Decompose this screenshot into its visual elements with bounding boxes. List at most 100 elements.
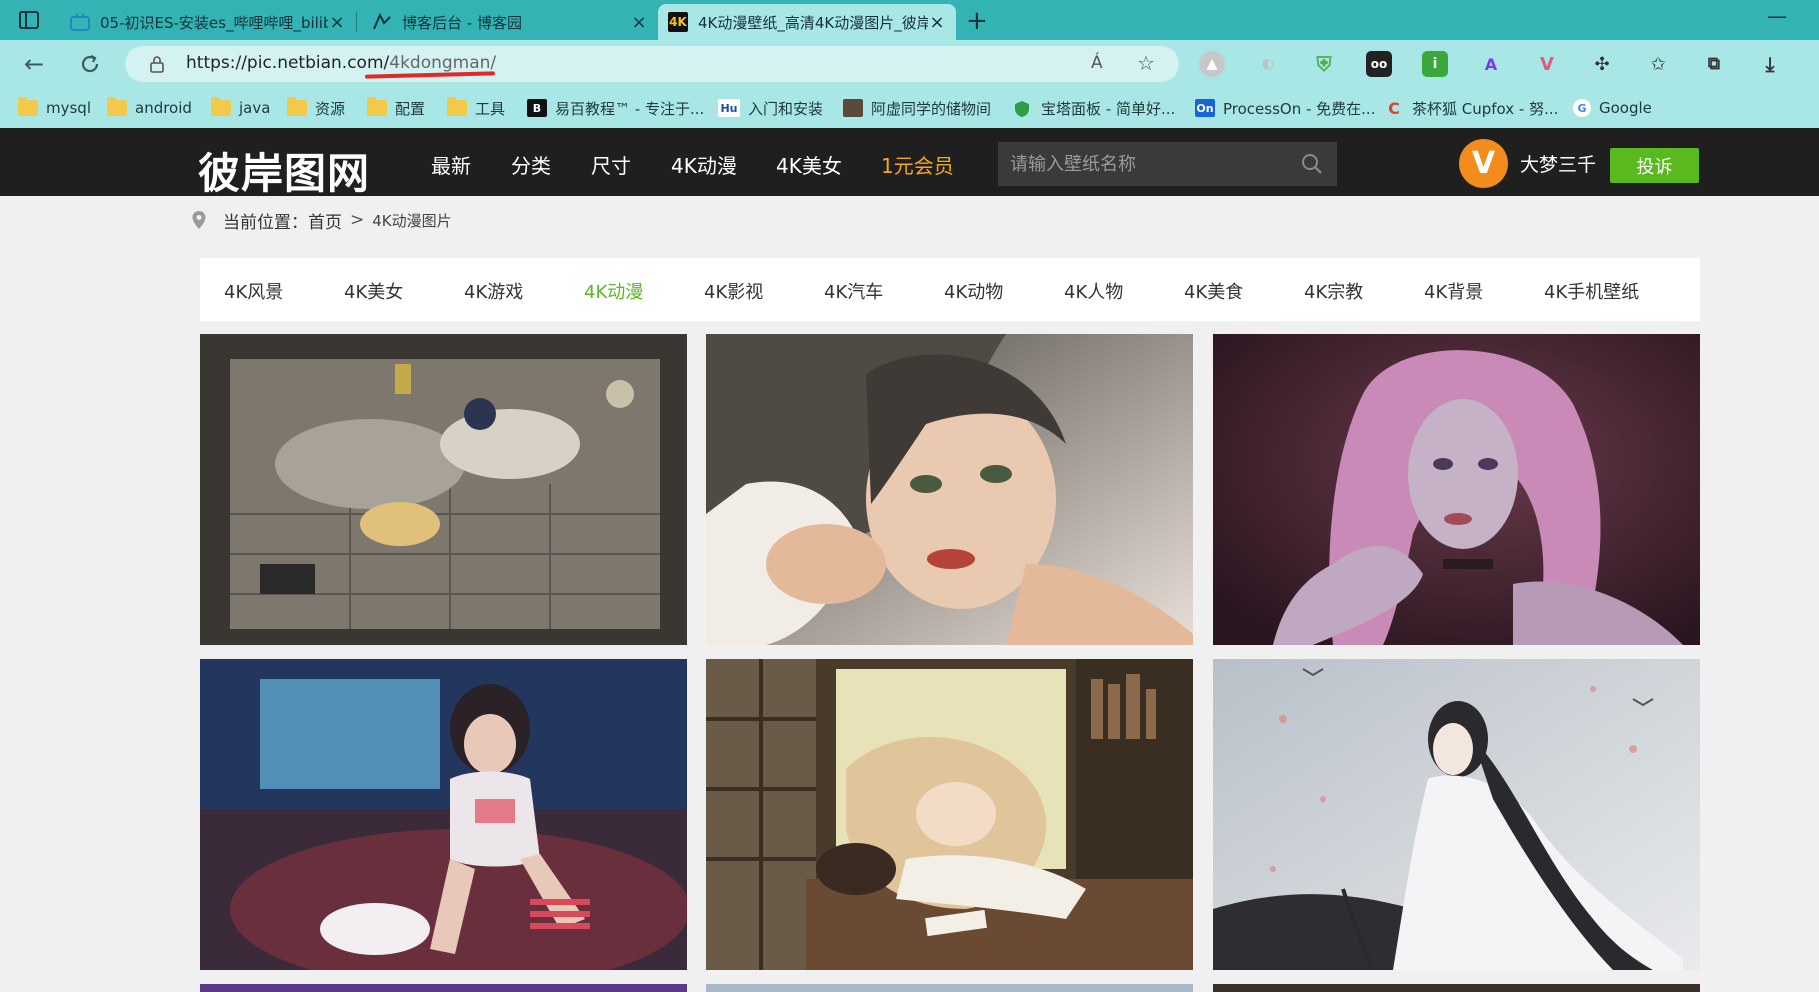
blue-room-girl-thumbnail[interactable]	[200, 659, 687, 970]
blue-room-girl-image	[200, 659, 687, 970]
tab-actions-icon[interactable]	[18, 10, 40, 30]
window-sleeping-girl-thumbnail[interactable]	[706, 659, 1193, 970]
category-4k-film[interactable]: 4K影视	[704, 278, 763, 304]
nav-vip-membership[interactable]: 1元会员	[881, 150, 954, 179]
category-4k-people[interactable]: 4K人物	[1064, 278, 1123, 304]
category-4k-games[interactable]: 4K游戏	[464, 278, 523, 304]
address-bar[interactable]: https://pic.netbian.com/4kdongman/ Á ☆	[125, 46, 1179, 82]
url-text[interactable]: https://pic.netbian.com/4kdongman/	[186, 53, 496, 73]
puzzle-extensions-icon[interactable]: ✣	[1589, 51, 1615, 77]
bookmark-folder-java[interactable]: java	[211, 96, 270, 120]
bookmark-label: 阿虚同学的储物间	[871, 99, 992, 118]
bookmark-cupfox[interactable]: C 茶杯狐 Cupfox - 努...	[1384, 96, 1558, 120]
category-4k-phone-wallpapers[interactable]: 4K手机壁纸	[1544, 278, 1639, 304]
read-aloud-icon[interactable]: Á	[1091, 53, 1103, 73]
nav-latest[interactable]: 最新	[431, 150, 471, 179]
bookmark-folder-mysql[interactable]: mysql	[18, 96, 91, 120]
complain-button[interactable]: 投诉	[1610, 148, 1699, 183]
breadcrumb-current: 4K动漫图片	[372, 211, 452, 230]
fur-girl-image	[706, 334, 1193, 645]
vue-devtools-extension[interactable]: V	[1534, 51, 1560, 77]
window-sleeping-girl-image	[706, 659, 1193, 970]
bedroom-girls-image	[200, 334, 687, 645]
nav-category[interactable]: 分类	[511, 150, 551, 179]
bookmark-folder-config[interactable]: 配置	[367, 96, 425, 120]
pink-hair-girl-thumbnail[interactable]	[1213, 334, 1700, 645]
close-tab-icon[interactable]: ×	[328, 12, 346, 33]
white-dress-girl-thumbnail[interactable]	[1213, 659, 1700, 970]
baota-shield-icon	[1013, 100, 1033, 117]
category-4k-religion[interactable]: 4K宗教	[1304, 278, 1363, 304]
favorites-icon[interactable]: ✩	[1645, 51, 1671, 77]
bookmark-getting-started[interactable]: Hu 入门和安装	[718, 96, 823, 120]
bookmark-label: 工具	[475, 99, 506, 118]
category-4k-backgrounds[interactable]: 4K背景	[1424, 278, 1483, 304]
bookmark-label: 宝塔面板 - 简单好...	[1041, 99, 1176, 118]
back-icon[interactable]: ←	[20, 50, 48, 78]
bookmark-folder-tools[interactable]: 工具	[447, 96, 505, 120]
collections-icon[interactable]: ⧉	[1701, 51, 1727, 77]
info-extension[interactable]: i	[1422, 51, 1448, 77]
bookmark-label: 入门和安装	[748, 99, 824, 118]
nav-4k-anime[interactable]: 4K动漫	[671, 150, 737, 179]
browser-tab-strip: 05-初识ES-安装es_哔哩哔哩_bilibili × 博客后台 - 博客园 …	[0, 0, 1819, 40]
browser-extension-1[interactable]: ▲	[1199, 51, 1225, 77]
add-favorite-icon[interactable]: ☆	[1137, 51, 1155, 75]
nav-4k-beauty[interactable]: 4K美女	[776, 150, 842, 179]
wallpaper-search-input[interactable]	[998, 142, 1288, 186]
breadcrumb-prefix: 当前位置：	[223, 212, 308, 233]
vip-badge-icon[interactable]: V	[1459, 139, 1508, 188]
shield-extension[interactable]: ⛨	[1311, 51, 1337, 77]
bookmark-axu-storage[interactable]: 阿虚同学的储物间	[843, 96, 991, 120]
minimize-icon[interactable]: —	[1767, 4, 1787, 28]
pink-hair-girl-image	[1213, 334, 1700, 645]
site-header: 彼岸图网 最新 分类 尺寸 4K动漫 4K美女 1元会员 V 大梦三千 投诉	[0, 128, 1819, 198]
category-4k-animals[interactable]: 4K动物	[944, 278, 1003, 304]
bookmark-label: android	[135, 99, 192, 117]
category-4k-scenery[interactable]: 4K风景	[224, 278, 283, 304]
new-tab-icon[interactable]: +	[966, 6, 988, 36]
hu-icon: Hu	[718, 99, 740, 117]
bookmark-processon[interactable]: On ProcessOn - 免费在...	[1195, 96, 1375, 120]
nav-size[interactable]: 尺寸	[591, 150, 631, 179]
thumbnail-partial[interactable]	[200, 984, 687, 992]
bookmark-baota[interactable]: 宝塔面板 - 简单好...	[1013, 96, 1175, 120]
google-icon: G	[1573, 99, 1591, 117]
category-4k-food[interactable]: 4K美食	[1184, 278, 1243, 304]
breadcrumb: 当前位置： 首页 > 4K动漫图片	[191, 208, 452, 233]
close-tab-icon[interactable]: ×	[928, 12, 946, 33]
search-icon[interactable]	[1301, 153, 1323, 175]
bookmark-label: Google	[1599, 99, 1652, 117]
category-4k-beauty[interactable]: 4K美女	[344, 278, 403, 304]
browser-tab-cnblogs[interactable]: 博客后台 - 博客园 ×	[362, 4, 659, 40]
bookmark-folder-resources[interactable]: 资源	[287, 96, 345, 120]
bookmark-yiibai[interactable]: B 易百教程™ - 专注于...	[527, 96, 704, 120]
category-4k-cars[interactable]: 4K汽车	[824, 278, 883, 304]
breadcrumb-home-link[interactable]: 首页	[308, 208, 342, 233]
bookmark-google[interactable]: G Google	[1573, 96, 1652, 120]
category-4k-anime[interactable]: 4K动漫	[584, 278, 643, 304]
download-icon[interactable]: ⤓	[1757, 51, 1783, 77]
bedroom-girls-thumbnail[interactable]	[200, 334, 687, 645]
close-tab-icon[interactable]: ×	[630, 12, 648, 33]
browser-tab-netbian[interactable]: 4K 4K动漫壁纸_高清4K动漫图片_彼岸图网 ×	[658, 4, 956, 40]
thumbnail-partial[interactable]	[706, 984, 1193, 992]
browser-extension-2[interactable]: ◐	[1255, 51, 1281, 77]
address-bar-row: ← https://pic.netbian.com/4kdongman/ Á …	[0, 40, 1819, 88]
fur-girl-thumbnail[interactable]	[706, 334, 1193, 645]
thumbnail-partial[interactable]	[1213, 984, 1700, 992]
site-logo[interactable]: 彼岸图网	[198, 140, 370, 201]
bookmark-label: 茶杯狐 Cupfox - 努...	[1412, 99, 1559, 118]
url-host: https://pic.netbian.com/	[186, 53, 390, 73]
bookmark-folder-android[interactable]: android	[107, 96, 192, 120]
translate-extension[interactable]: A	[1478, 51, 1504, 77]
browser-tab-bilibili[interactable]: 05-初识ES-安装es_哔哩哔哩_bilibili ×	[60, 4, 357, 40]
category-bar: 4K风景 4K美女 4K游戏 4K动漫 4K影视 4K汽车 4K动物 4K人物 …	[200, 258, 1700, 321]
folder-icon	[367, 97, 387, 116]
lock-icon[interactable]	[149, 55, 165, 73]
username[interactable]: 大梦三千	[1520, 150, 1596, 177]
folder-icon	[18, 97, 38, 116]
ghost-extension[interactable]: oo	[1366, 51, 1392, 77]
processon-icon: On	[1195, 99, 1215, 117]
refresh-icon[interactable]	[76, 50, 104, 78]
